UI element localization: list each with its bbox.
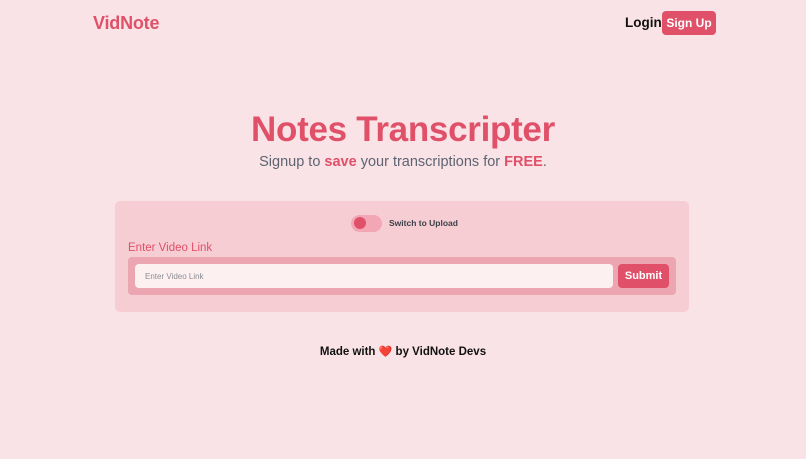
brand-logo[interactable]: VidNote <box>93 13 159 34</box>
video-link-input[interactable] <box>135 264 613 288</box>
upload-toggle-row: Switch to Upload <box>351 214 458 232</box>
input-group: Submit <box>128 257 676 295</box>
subtitle-save-highlight: save <box>324 154 357 170</box>
upload-toggle[interactable] <box>351 214 382 232</box>
toggle-label: Switch to Upload <box>389 218 458 228</box>
top-nav: VidNote Login Sign Up <box>0 0 806 46</box>
footer-credit: Made with ❤️ by VidNote Devs <box>0 345 806 358</box>
subtitle-text-start: Signup to <box>259 154 325 170</box>
subtitle-text-end: . <box>542 154 547 170</box>
subtitle-free-highlight: FREE <box>504 154 543 170</box>
footer-text-start: Made with <box>319 346 379 358</box>
hero-title: Notes Transcripter <box>251 110 555 149</box>
login-link[interactable]: Login <box>625 15 662 30</box>
subtitle-text-middle: your transcriptions for <box>356 154 505 170</box>
signup-button[interactable]: Sign Up <box>662 11 716 35</box>
transcribe-card: Switch to Upload Enter Video Link Submit <box>115 201 689 312</box>
footer-text-end: by VidNote Devs <box>392 346 487 358</box>
toggle-knob <box>354 217 366 229</box>
hero-subtitle: Signup to save your transcriptions for F… <box>0 154 806 170</box>
submit-button[interactable]: Submit <box>618 264 669 288</box>
video-link-label: Enter Video Link <box>128 242 213 254</box>
heart-icon: ❤️ <box>378 346 393 358</box>
